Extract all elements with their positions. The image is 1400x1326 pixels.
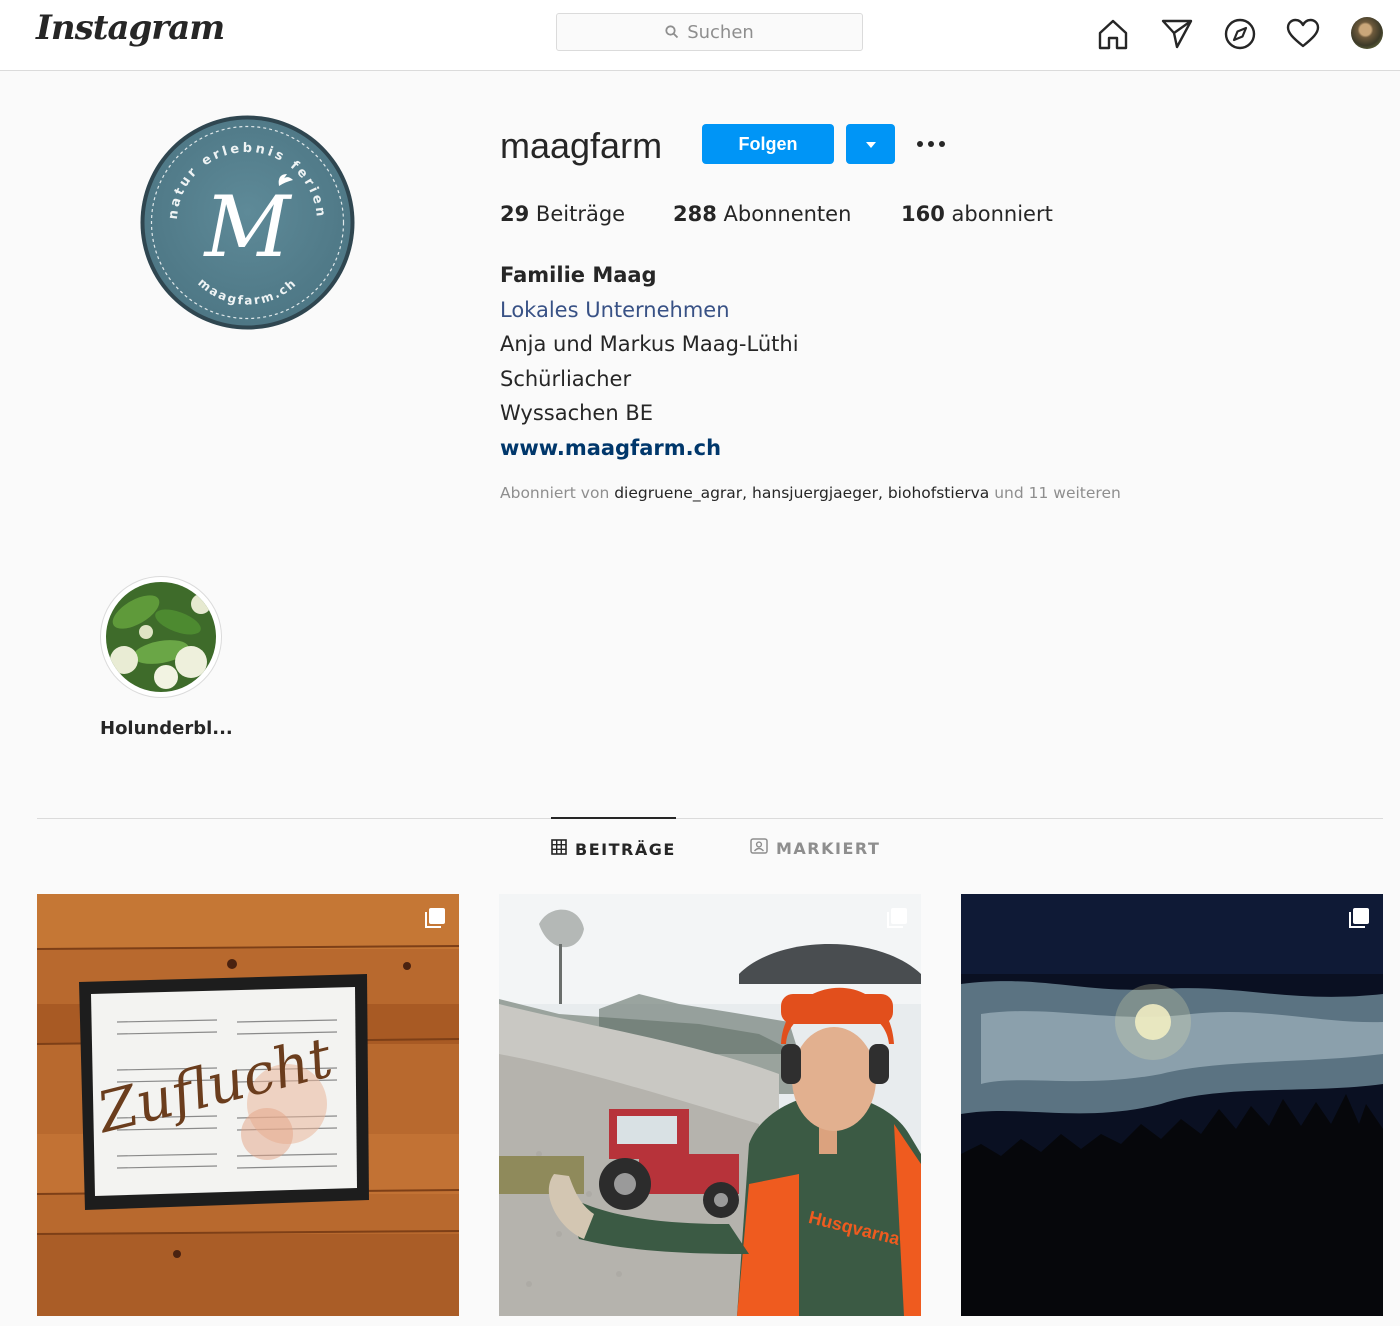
- business-category: Lokales Unternehmen: [500, 297, 730, 322]
- top-navigation: Instagram Suchen: [0, 0, 1400, 71]
- following-stat[interactable]: 160 abonniert: [901, 202, 1053, 226]
- website-link[interactable]: www.maagfarm.ch: [500, 431, 799, 466]
- post-thumbnail[interactable]: Zuflucht: [37, 894, 459, 1316]
- full-name: Familie Maag: [500, 263, 657, 287]
- tab-posts[interactable]: BEITRÄGE: [551, 817, 676, 879]
- carousel-icon: [885, 906, 909, 930]
- tab-tagged-label: MARKIERT: [776, 838, 881, 858]
- following-count: 160: [901, 202, 945, 226]
- profile-bio: Familie Maag Lokales Unternehmen Anja un…: [500, 258, 799, 466]
- follow-button[interactable]: Folgen: [702, 124, 834, 164]
- tab-tagged[interactable]: MARKIERT: [750, 818, 880, 878]
- caret-down-icon: [865, 137, 877, 152]
- posts-count-stat: 29 Beiträge: [500, 202, 625, 226]
- highlight-ring: [100, 576, 222, 698]
- following-label: abonniert: [951, 202, 1053, 226]
- bio-line: Schürliacher: [500, 366, 632, 391]
- tab-posts-label: BEITRÄGE: [575, 839, 676, 859]
- post-thumbnail[interactable]: [961, 894, 1383, 1316]
- followed-by-user[interactable]: biohofstierva: [888, 484, 989, 502]
- instagram-logo[interactable]: Instagram: [36, 8, 225, 48]
- heart-icon[interactable]: [1285, 16, 1321, 52]
- followed-by-user[interactable]: hansjuergjaeger: [752, 484, 878, 502]
- profile-username: maagfarm: [500, 125, 663, 166]
- more-options-button[interactable]: [911, 130, 951, 158]
- followers-label: Abonnenten: [723, 202, 852, 226]
- home-icon[interactable]: [1095, 16, 1131, 52]
- more-dot-icon: [917, 141, 923, 147]
- followed-by-suffix: und 11 weiteren: [994, 484, 1121, 502]
- story-highlight[interactable]: Holunderbl...: [100, 576, 233, 739]
- followers-count: 288: [673, 202, 717, 226]
- highlight-cover: [106, 582, 216, 692]
- more-dot-icon: [939, 141, 945, 147]
- followers-stat[interactable]: 288 Abonnenten: [673, 202, 851, 226]
- carousel-icon: [1347, 906, 1371, 930]
- posts-count: 29: [500, 202, 530, 226]
- followed-by[interactable]: Abonniert von diegruene_agrar, hansjuerg…: [500, 484, 1121, 502]
- post-thumbnail[interactable]: Husqvarna: [499, 894, 921, 1316]
- search-input[interactable]: Suchen: [556, 13, 863, 51]
- posts-label: Beiträge: [535, 202, 626, 226]
- tabs-divider: [37, 818, 1383, 819]
- grid-icon: [551, 839, 567, 859]
- followed-by-prefix: Abonniert von: [500, 484, 610, 502]
- profile-picture[interactable]: natur erlebnis ferien M maagfarm.ch: [139, 114, 356, 331]
- bio-line: Anja und Markus Maag-Lüthi: [500, 332, 799, 357]
- more-dot-icon: [928, 141, 934, 147]
- bio-line: Wyssachen BE: [500, 401, 654, 426]
- carousel-icon: [423, 906, 447, 930]
- search-placeholder: Suchen: [687, 21, 754, 43]
- suggested-accounts-button[interactable]: [846, 124, 895, 164]
- highlight-label: Holunderbl...: [100, 718, 233, 739]
- profile-avatar[interactable]: [1351, 17, 1383, 49]
- logo-monogram: M: [202, 178, 292, 276]
- direct-icon[interactable]: [1159, 16, 1195, 52]
- followed-by-user[interactable]: diegruene_agrar: [614, 484, 742, 502]
- tagged-icon: [750, 838, 768, 858]
- search-icon: [665, 25, 679, 39]
- explore-icon[interactable]: [1222, 16, 1258, 52]
